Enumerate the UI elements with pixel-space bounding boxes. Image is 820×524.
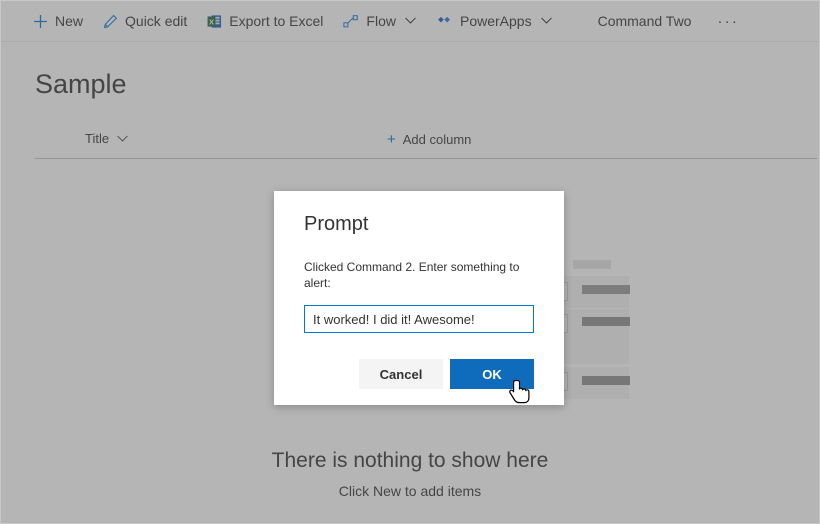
dialog-title: Prompt	[304, 213, 369, 235]
ok-button[interactable]: OK	[450, 359, 534, 389]
cancel-button[interactable]: Cancel	[359, 359, 443, 389]
app-window: New Quick edit X Export to Excel Flow Po…	[0, 0, 820, 524]
prompt-text-input[interactable]	[304, 305, 534, 333]
dialog-button-row: Cancel OK	[304, 359, 534, 389]
dialog-message: Clicked Command 2. Enter something to al…	[304, 260, 520, 290]
prompt-dialog: Prompt Clicked Command 2. Enter somethin…	[274, 191, 564, 405]
